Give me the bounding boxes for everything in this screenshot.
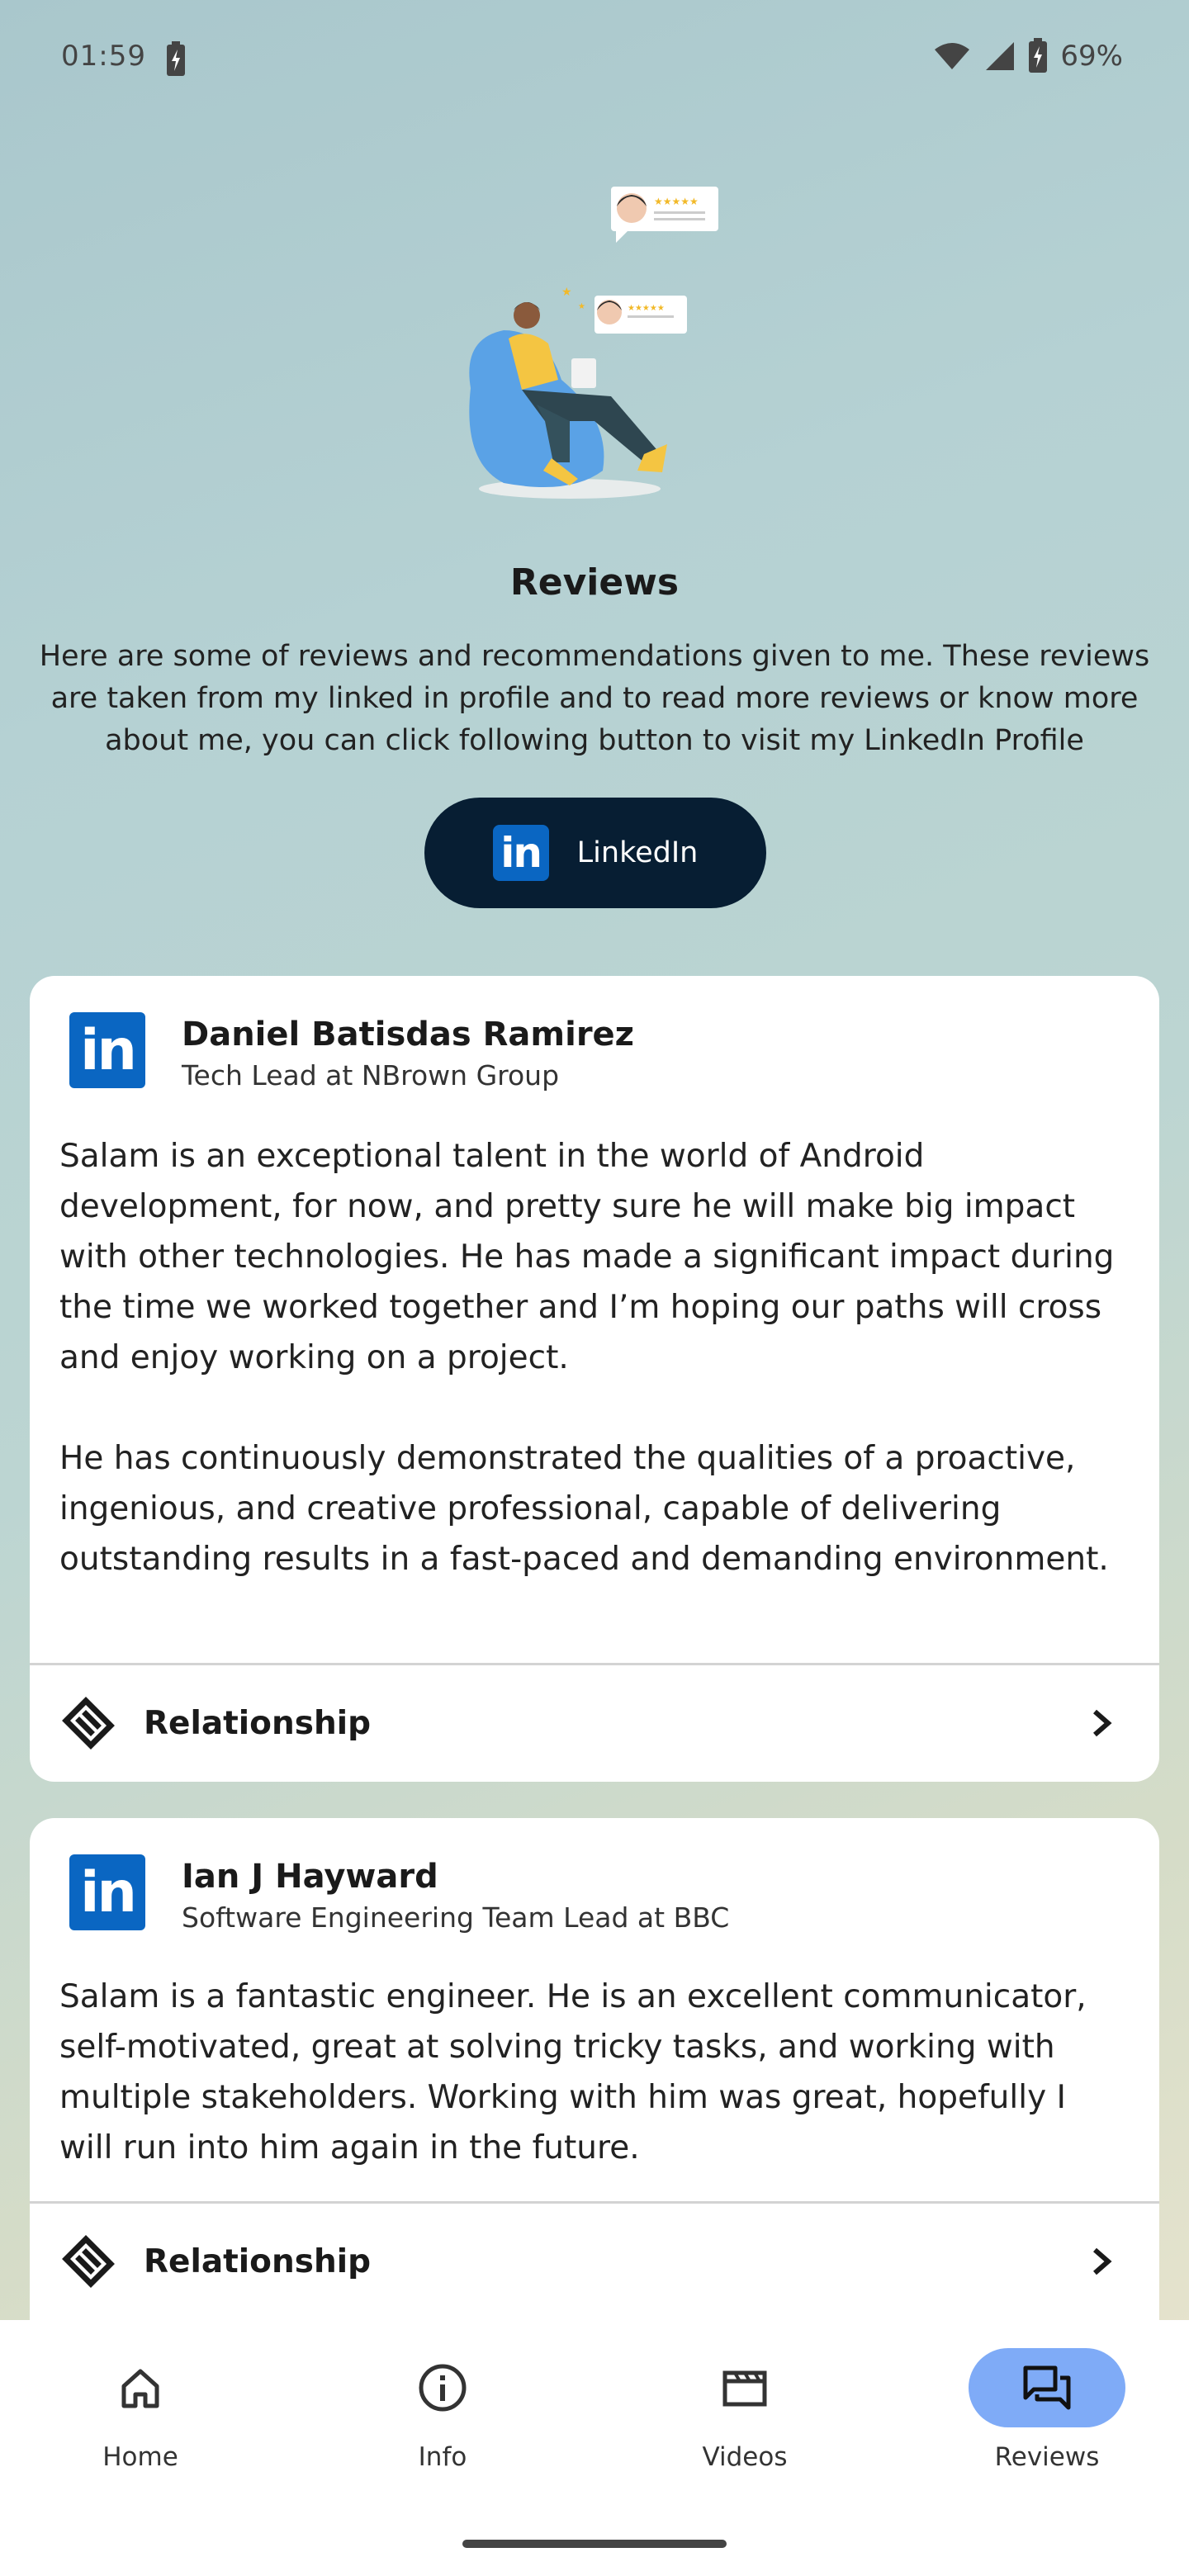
- handshake-icon: [62, 2235, 115, 2288]
- chevron-right-icon: [1093, 2247, 1112, 2275]
- relationship-row[interactable]: Relationship: [30, 1665, 1159, 1781]
- svg-text:★★★★★: ★★★★★: [654, 196, 699, 207]
- nav-label-videos: Videos: [702, 2442, 788, 2472]
- review-card: in Ian J Hayward Software Engineering Te…: [30, 1818, 1159, 2320]
- intro-text: Here are some of reviews and recommendat…: [39, 640, 1150, 757]
- review-card: in Daniel Batisdas Ramirez Tech Lead at …: [30, 976, 1159, 1782]
- relationship-label: Relationship: [144, 2242, 371, 2280]
- nav-item-info[interactable]: Info: [360, 2348, 525, 2472]
- reviewer-role: Software Engineering Team Lead at BBC: [182, 1901, 730, 1934]
- relationship-row[interactable]: Relationship: [30, 2204, 1159, 2319]
- status-bar: 01:59 69%: [0, 0, 1189, 116]
- status-right-group: 69%: [933, 38, 1123, 74]
- status-time: 01:59: [61, 40, 146, 73]
- handshake-icon: [62, 1697, 115, 1750]
- nav-item-reviews[interactable]: Reviews: [964, 2348, 1130, 2472]
- linkedin-icon: in: [69, 1854, 145, 1930]
- reviewer-role: Tech Lead at NBrown Group: [182, 1059, 560, 1091]
- signal-icon: [986, 42, 1015, 70]
- reviewer-name: Ian J Hayward: [182, 1858, 438, 1896]
- reviewer-name: Daniel Batisdas Ramirez: [182, 1016, 634, 1054]
- bottom-navigation: Home Info Videos Reviews: [0, 2320, 1189, 2576]
- review-text: Salam is a fantastic engineer. He is an …: [59, 1978, 1087, 2166]
- charging-bolt-icon: [167, 41, 185, 76]
- reviews-illustration: ★★★★★ ★★★★★ ★ ★: [469, 187, 718, 499]
- svg-text:★★★★★: ★★★★★: [628, 304, 665, 313]
- battery-percent: 69%: [1060, 40, 1123, 73]
- battery-icon: [1029, 38, 1048, 73]
- review-text: Salam is an exceptional talent in the wo…: [59, 1138, 1115, 1578]
- review-header: in Ian J Hayward Software Engineering Te…: [69, 1854, 729, 1937]
- page-title: Reviews: [509, 561, 680, 604]
- chevron-right-icon: [1093, 1709, 1112, 1737]
- home-icon: [121, 2369, 159, 2408]
- home-indicator[interactable]: [462, 2540, 727, 2548]
- info-icon: [419, 2364, 467, 2412]
- linkedin-profile-button[interactable]: in LinkedIn: [424, 798, 766, 908]
- svg-text:★: ★: [561, 286, 572, 299]
- linkedin-icon: in: [69, 1012, 145, 1088]
- wifi-icon: [935, 43, 970, 69]
- nav-label-info: Info: [418, 2442, 467, 2472]
- nav-item-home[interactable]: Home: [58, 2348, 223, 2472]
- chat-bubbles-icon: [1023, 2365, 1071, 2410]
- clapperboard-icon: [722, 2370, 767, 2407]
- relationship-label: Relationship: [144, 1704, 371, 1742]
- linkedin-button-label: LinkedIn: [576, 836, 699, 869]
- nav-item-videos[interactable]: Videos: [662, 2348, 827, 2472]
- svg-text:★: ★: [578, 302, 585, 311]
- nav-label-home: Home: [102, 2442, 178, 2472]
- review-header: in Daniel Batisdas Ramirez Tech Lead at …: [69, 1012, 634, 1095]
- nav-label-reviews: Reviews: [994, 2442, 1100, 2472]
- linkedin-icon: in: [492, 825, 549, 881]
